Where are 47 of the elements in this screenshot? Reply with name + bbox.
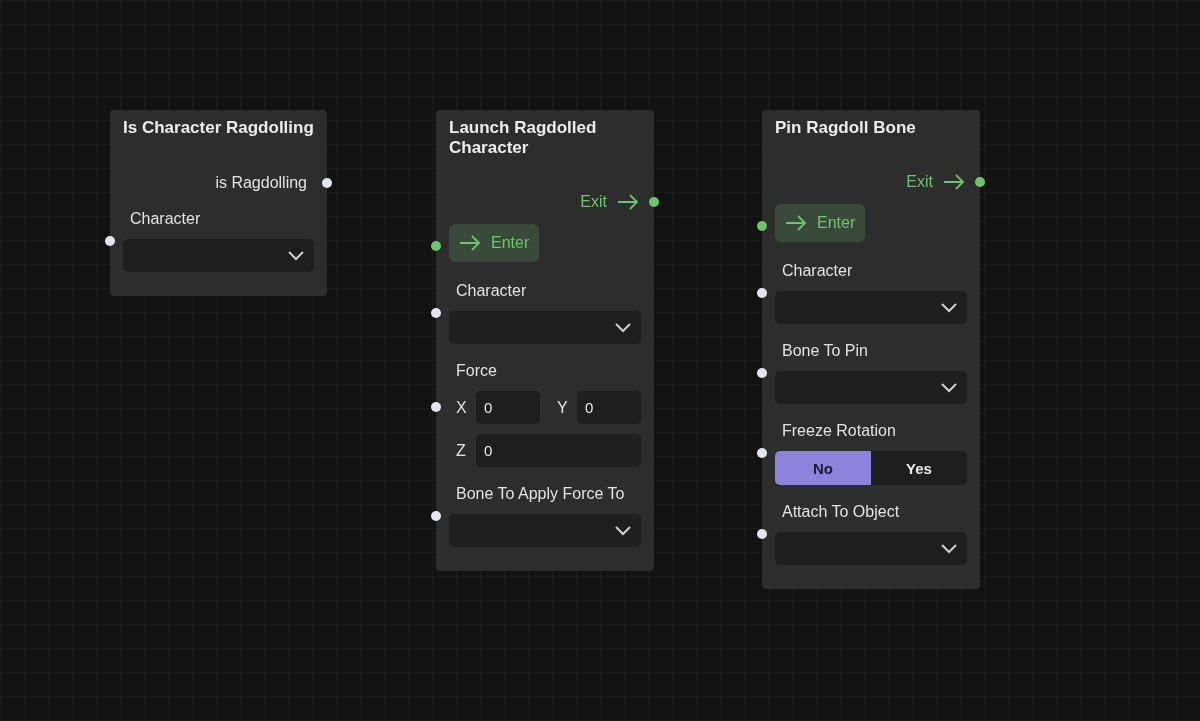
input-label: Character xyxy=(455,281,528,300)
number-field[interactable]: 0 xyxy=(577,391,641,424)
node-title: Launch Ragdolled Character xyxy=(449,118,598,158)
enter-pin[interactable]: Enter xyxy=(775,204,866,242)
input-port[interactable] xyxy=(431,510,441,521)
input-port[interactable] xyxy=(757,528,767,539)
node-title: Pin Ragdoll Bone xyxy=(775,118,917,138)
input-label: Attach To Object xyxy=(781,502,901,521)
input-port[interactable] xyxy=(757,367,767,378)
arrow-icon xyxy=(943,174,965,190)
arrow-icon xyxy=(617,194,639,210)
chevron-down-icon xyxy=(288,250,304,261)
exec-output-port[interactable] xyxy=(649,197,659,207)
number-field[interactable]: 0 xyxy=(476,391,540,424)
chevron-down-icon xyxy=(941,302,957,313)
exec-input-port[interactable] xyxy=(757,221,767,231)
output-label: is Ragdolling xyxy=(215,173,308,192)
chevron-down-icon xyxy=(615,525,631,536)
axis-label: X xyxy=(455,398,468,417)
axis-label: Z xyxy=(455,441,467,460)
number-field[interactable]: 0 xyxy=(476,434,641,467)
exec-output-port[interactable] xyxy=(975,177,985,187)
exit-pin[interactable]: Exit xyxy=(580,193,641,211)
input-label: Character xyxy=(129,209,202,228)
input-label: Bone To Pin xyxy=(781,341,869,360)
input-label: Character xyxy=(781,261,854,280)
arrow-icon xyxy=(785,215,807,231)
exec-input-port[interactable] xyxy=(431,241,441,251)
chevron-down-icon xyxy=(615,322,631,333)
chevron-down-icon xyxy=(941,543,957,554)
toggle-option[interactable]: Yes xyxy=(871,451,967,485)
input-label: Freeze Rotation xyxy=(781,421,897,440)
arrow-icon xyxy=(459,235,481,251)
input-port[interactable] xyxy=(431,307,441,318)
input-label: Bone To Apply Force To xyxy=(455,484,626,503)
input-port[interactable] xyxy=(431,402,441,412)
axis-label: Y xyxy=(556,398,569,417)
output-port[interactable] xyxy=(322,177,332,188)
chevron-down-icon xyxy=(941,382,957,393)
exit-pin[interactable]: Exit xyxy=(906,173,967,191)
toggle-option[interactable]: No xyxy=(775,451,871,485)
input-port[interactable] xyxy=(105,235,115,246)
node-title: Is Character Ragdolling xyxy=(123,118,314,138)
enter-pin[interactable]: Enter xyxy=(449,224,540,262)
input-port[interactable] xyxy=(757,448,767,458)
input-label: Force xyxy=(455,361,498,380)
input-port[interactable] xyxy=(757,287,767,298)
